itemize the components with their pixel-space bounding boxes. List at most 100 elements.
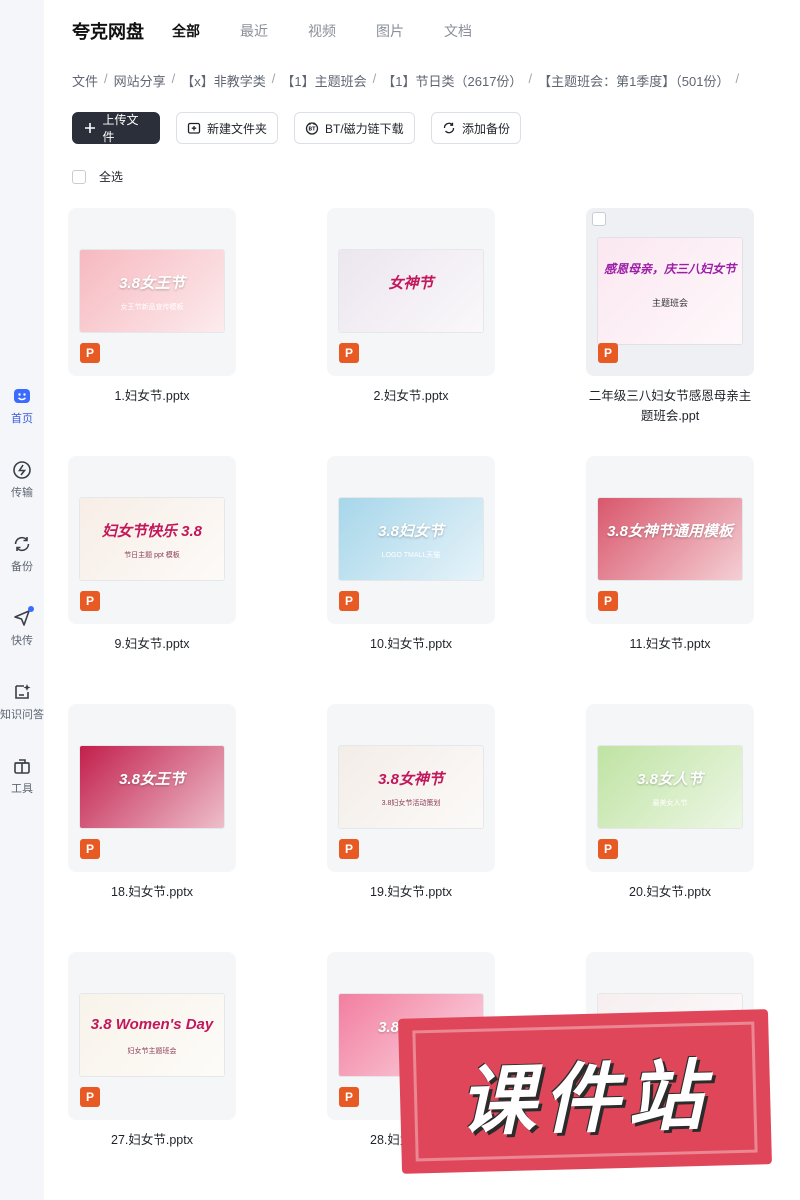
slide-preview: 3.8 Women's Day 妇女节主题班会 xyxy=(80,994,224,1076)
select-all[interactable]: 全选 xyxy=(72,168,123,185)
bt-icon: BT xyxy=(305,121,319,135)
ppt-file-icon: P xyxy=(598,343,618,363)
file-card[interactable]: 3.8女王节 女王节新品宣传模板 P 1.妇女节.pptx xyxy=(68,208,236,406)
tab-video[interactable]: 视频 xyxy=(308,21,336,41)
slide-preview-subtitle: 节日主题 ppt 模板 xyxy=(124,552,180,559)
file-card[interactable]: 女神节 P 2.妇女节.pptx xyxy=(327,208,495,406)
watermark-text: 课件站 xyxy=(458,1050,713,1146)
slide-preview-subtitle: 妇女节主题班会 xyxy=(127,1048,177,1055)
file-name[interactable]: 2.妇女节.pptx xyxy=(327,386,495,406)
transfer-icon xyxy=(12,460,32,480)
plus-icon xyxy=(83,121,97,135)
tab-image[interactable]: 图片 xyxy=(376,21,404,41)
svg-text:BT: BT xyxy=(308,127,316,133)
ppt-file-icon: P xyxy=(80,839,100,859)
slide-preview-subtitle: 3.8妇女节活动策划 xyxy=(381,800,441,807)
breadcrumb-item[interactable]: 【主题班会：第1季度】（501份） xyxy=(538,71,729,90)
file-name[interactable]: 27.妇女节.pptx xyxy=(68,1130,236,1150)
select-all-checkbox[interactable] xyxy=(72,169,86,184)
sidebar-item-backup[interactable]: 备份 xyxy=(0,534,44,574)
breadcrumb-item[interactable]: 文件 xyxy=(72,71,98,90)
sidebar-item-home[interactable]: 首页 xyxy=(0,386,44,426)
slide-preview: 3.8女神节 3.8妇女节活动策划 xyxy=(339,746,483,828)
file-thumbnail[interactable]: 3.8妇女节 LOGO TMALL天猫 P xyxy=(327,456,495,624)
breadcrumb-item[interactable]: 【1】节日类（2617份） xyxy=(382,71,522,90)
breadcrumb: 文件 / 网站分享 / 【x】非教学类 / 【1】主题班会 / 【1】节日类（2617份… xyxy=(72,71,740,90)
slide-preview-title: 3.8女王节 xyxy=(119,771,185,788)
sidebar-item-label: 首页 xyxy=(11,413,33,425)
file-thumbnail[interactable]: 女神节 P xyxy=(327,208,495,376)
slide-preview: 3.8女王节 xyxy=(80,746,224,828)
file-card[interactable]: 3.8女神节通用模板 P 11.妇女节.pptx xyxy=(586,456,754,654)
slide-preview-title: 3.8 Women's Day xyxy=(90,1016,214,1033)
file-thumbnail[interactable]: 3.8女王节 P xyxy=(68,704,236,872)
new-folder-button[interactable]: 新建文件夹 xyxy=(176,112,278,144)
quick-send-icon xyxy=(12,606,34,628)
watermark-stamp: 课件站 xyxy=(398,1009,772,1174)
file-name[interactable]: 10.妇女节.pptx xyxy=(327,634,495,654)
file-card[interactable]: 妇女节快乐 3.8 节日主题 ppt 模板 P 9.妇女节.pptx xyxy=(68,456,236,654)
slide-preview-subtitle: 主题班会 xyxy=(651,298,688,308)
ppt-file-icon: P xyxy=(80,1087,100,1107)
file-card[interactable]: 3.8 Women's Day 妇女节主题班会 P 27.妇女节.pptx xyxy=(68,952,236,1150)
slide-preview: 3.8女人节 最美女人节 xyxy=(598,746,742,828)
file-thumbnail[interactable]: 3.8女神节 3.8妇女节活动策划 P xyxy=(327,704,495,872)
select-all-label: 全选 xyxy=(99,170,124,184)
new-folder-icon xyxy=(187,121,201,135)
file-name[interactable]: 9.妇女节.pptx xyxy=(68,634,236,654)
slide-preview-subtitle: LOGO TMALL天猫 xyxy=(381,552,441,559)
slide-preview-title: 3.8女王节 xyxy=(119,275,185,292)
ppt-file-icon: P xyxy=(598,591,618,611)
breadcrumb-item[interactable]: 【x】非教学类 xyxy=(181,71,266,90)
sidebar-item-transfer[interactable]: 传输 xyxy=(0,460,44,500)
add-backup-button[interactable]: 添加备份 xyxy=(431,112,521,144)
slide-preview-subtitle: 最美女人节 xyxy=(652,800,688,807)
sidebar-item-qa[interactable]: 知识问答 xyxy=(0,682,44,722)
sidebar-item-label: 备份 xyxy=(11,561,33,573)
sidebar-item-tools[interactable]: 工具 xyxy=(0,756,44,796)
file-thumbnail[interactable]: 3.8 Women's Day 妇女节主题班会 P xyxy=(68,952,236,1120)
slide-preview-title: 妇女节快乐 3.8 xyxy=(101,523,203,540)
file-thumbnail[interactable]: 3.8女王节 女王节新品宣传模板 P xyxy=(68,208,236,376)
slide-preview: 妇女节快乐 3.8 节日主题 ppt 模板 xyxy=(80,498,224,580)
breadcrumb-item[interactable]: 网站分享 xyxy=(114,71,166,90)
slide-preview-subtitle: 女王节新品宣传模板 xyxy=(120,304,184,311)
sidebar-item-quick-send[interactable]: 快传 xyxy=(0,606,44,648)
toolbox-icon xyxy=(12,756,32,776)
slide-preview-title: 3.8女神节 xyxy=(378,771,444,788)
tab-document[interactable]: 文档 xyxy=(444,21,472,41)
file-card[interactable]: 3.8妇女节 LOGO TMALL天猫 P 10.妇女节.pptx xyxy=(327,456,495,654)
sidebar-item-label: 快传 xyxy=(11,635,33,647)
file-thumbnail[interactable]: 感恩母亲，庆三八妇女节 主题班会 P xyxy=(586,208,754,376)
upload-button[interactable]: 上传文件 xyxy=(72,112,160,144)
file-card[interactable]: 3.8女人节 最美女人节 P 20.妇女节.pptx xyxy=(586,704,754,902)
ppt-file-icon: P xyxy=(339,591,359,611)
slide-preview: 女神节 xyxy=(339,250,483,332)
slide-preview-title: 3.8妇女节 xyxy=(378,523,444,540)
file-thumbnail[interactable]: 妇女节快乐 3.8 节日主题 ppt 模板 P xyxy=(68,456,236,624)
new-folder-button-label: 新建文件夹 xyxy=(207,121,268,136)
file-name[interactable]: 二年级三八妇女节感恩母亲主题班会.ppt xyxy=(586,386,754,426)
bt-download-button[interactable]: BT BT/磁力链下载 xyxy=(294,112,415,144)
file-name[interactable]: 18.妇女节.pptx xyxy=(68,882,236,902)
slide-preview: 3.8妇女节 LOGO TMALL天猫 xyxy=(339,498,483,580)
tab-all[interactable]: 全部 xyxy=(172,21,200,41)
file-card[interactable]: 3.8女神节 3.8妇女节活动策划 P 19.妇女节.pptx xyxy=(327,704,495,902)
breadcrumb-item[interactable]: 【1】主题班会 xyxy=(281,71,366,90)
qa-icon xyxy=(12,682,32,702)
file-name[interactable]: 20.妇女节.pptx xyxy=(586,882,754,902)
file-thumbnail[interactable]: 3.8女人节 最美女人节 P xyxy=(586,704,754,872)
file-card[interactable]: 感恩母亲，庆三八妇女节 主题班会 P 二年级三八妇女节感恩母亲主题班会.ppt xyxy=(586,208,754,426)
tab-recent[interactable]: 最近 xyxy=(240,21,268,41)
slide-preview-title: 感恩母亲，庆三八妇女节 xyxy=(603,262,736,276)
slide-preview: 感恩母亲，庆三八妇女节主题班会 xyxy=(598,238,742,344)
ppt-file-icon: P xyxy=(339,1087,359,1107)
file-card[interactable]: 3.8女王节 P 18.妇女节.pptx xyxy=(68,704,236,902)
backup-icon xyxy=(12,534,32,554)
file-thumbnail[interactable]: 3.8女神节通用模板 P xyxy=(586,456,754,624)
file-checkbox[interactable] xyxy=(592,212,606,226)
file-name[interactable]: 1.妇女节.pptx xyxy=(68,386,236,406)
file-name[interactable]: 19.妇女节.pptx xyxy=(327,882,495,902)
file-name[interactable]: 11.妇女节.pptx xyxy=(586,634,754,654)
sidebar-item-label: 工具 xyxy=(11,783,33,795)
